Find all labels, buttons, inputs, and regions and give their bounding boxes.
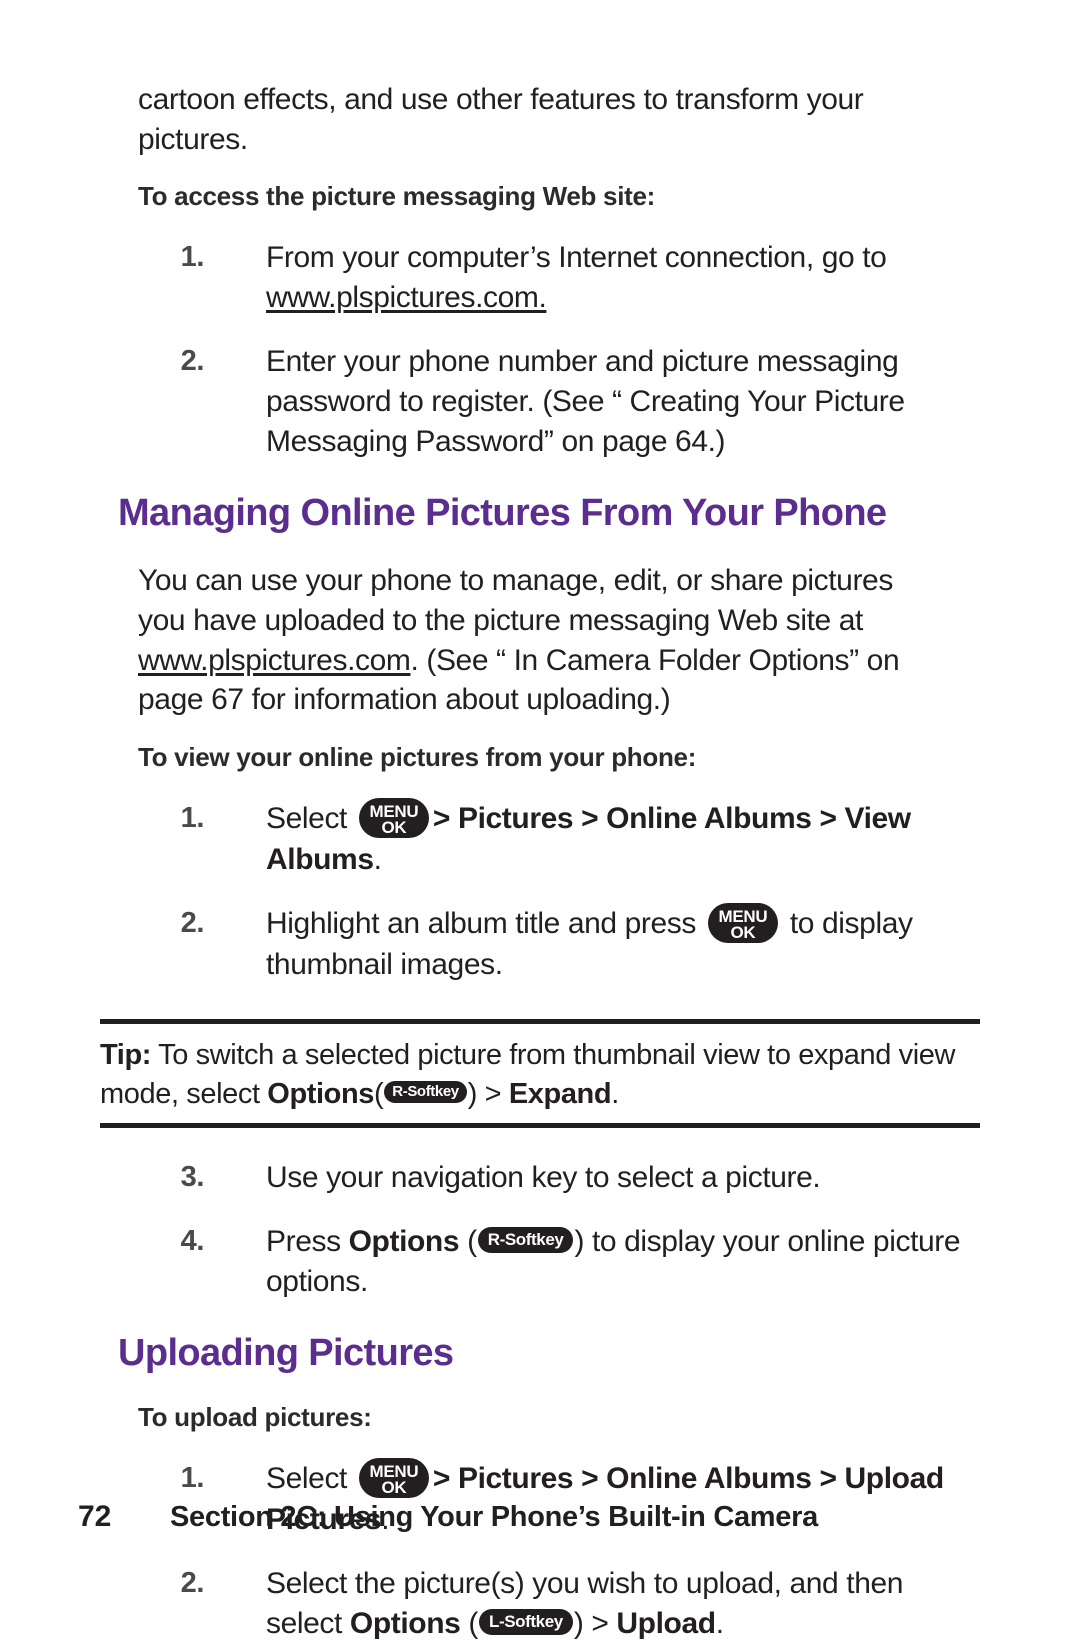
tip-separator: >	[476, 1077, 509, 1110]
step-number: 2.	[180, 906, 205, 939]
r-softkey-icon: R-Softkey	[384, 1080, 467, 1103]
managing-lead-in: To view your online pictures from your p…	[138, 741, 697, 772]
managing-step-list-continued: 3. Use your navigation key to select a p…	[100, 1158, 980, 1302]
menu-ok-key-icon: MENU OK	[707, 902, 778, 943]
step-text: Select the picture(s) you wish to upload…	[266, 1564, 980, 1643]
step-number: 4.	[180, 1225, 205, 1258]
step-text: Select MENU OK > Pictures > Online Albums …	[266, 797, 980, 880]
menu-key-label-bottom: OK	[730, 922, 756, 942]
options-bold: Options	[349, 1606, 461, 1640]
tip-label: Tip:	[100, 1038, 152, 1071]
tip-options-bold: Options	[267, 1077, 375, 1110]
page-title-uploading-pictures: Uploading Pictures	[118, 1332, 454, 1375]
list-item: 4. Press Options (R-Softkey) to display …	[100, 1222, 980, 1302]
paren-close: )	[573, 1606, 584, 1640]
step-number: 3.	[180, 1161, 205, 1194]
intro-lead-in: To access the picture messaging Web site…	[138, 181, 656, 212]
list-item: 3. Use your navigation key to select a p…	[100, 1158, 980, 1198]
paren-close: )	[574, 1225, 585, 1259]
step-text: Press Options (R-Softkey) to display you…	[266, 1222, 980, 1302]
document-page: cartoon effects, and use other features …	[0, 0, 1080, 1640]
uploading-lead-in: To upload pictures:	[138, 1401, 372, 1432]
tip-paren-open: (	[374, 1077, 384, 1110]
uploading-step-list: 1. Select MENU OK > Pictures > Online Albu…	[100, 1457, 980, 1643]
list-item: 2. Select the picture(s) you wish to upl…	[100, 1564, 980, 1643]
r-softkey-icon: R-Softkey	[477, 1227, 574, 1254]
menu-key-label-bottom: OK	[381, 817, 407, 837]
paren-open: (	[460, 1606, 478, 1640]
list-item: 2. Enter your phone number and picture m…	[100, 342, 980, 462]
paragraph-part-1: You can use your phone to manage, edit, …	[138, 564, 893, 637]
page-footer: 72 Section 2C: Using Your Phone’s Built-…	[0, 1500, 1080, 1534]
tip-divider-bottom	[100, 1123, 980, 1129]
page-number: 72	[78, 1500, 112, 1533]
period: .	[715, 1606, 724, 1640]
list-item: 1. From your computer’s Internet connect…	[100, 238, 980, 318]
step-prefix: Select	[266, 801, 355, 835]
step-number: 1.	[180, 1461, 205, 1494]
footer-section-title: Section 2C: Using Your Phone’s Built-in …	[170, 1501, 818, 1533]
list-item: 1. Select MENU OK > Pictures > Online Albu…	[100, 797, 980, 880]
l-softkey-icon: L-Softkey	[478, 1608, 573, 1635]
managing-step-list: 1. Select MENU OK > Pictures > Online Albu…	[100, 797, 980, 985]
step-text-before: From your computer’s Internet connection…	[266, 241, 887, 275]
menu-ok-key-icon: MENU OK	[358, 1457, 429, 1498]
step-prefix: Highlight an album title and press	[266, 906, 704, 940]
tip-callout-box: Tip: To switch a selected picture from t…	[100, 1018, 980, 1129]
step-text: Highlight an album title and press MENU O…	[266, 902, 980, 985]
tip-expand-bold: Expand	[508, 1077, 612, 1110]
step-text: Use your navigation key to select a pict…	[266, 1161, 821, 1195]
paren-open: (	[459, 1225, 477, 1259]
intro-step-list: 1. From your computer’s Internet connect…	[100, 238, 980, 461]
list-item: 2. Highlight an album title and press ME…	[100, 902, 980, 985]
tip-text: Tip: To switch a selected picture from t…	[100, 1024, 980, 1124]
managing-intro-paragraph: You can use your phone to manage, edit, …	[138, 561, 928, 719]
upload-bold: Upload	[616, 1606, 716, 1640]
page-title-managing-online-pictures: Managing Online Pictures From Your Phone	[118, 491, 887, 534]
step-suffix: .	[373, 842, 382, 876]
tip-paren-close: )	[467, 1077, 478, 1110]
menu-ok-key-icon: MENU OK	[358, 797, 429, 838]
step-number: 2.	[180, 344, 205, 377]
step-prefix: Press	[266, 1225, 349, 1259]
separator: >	[583, 1606, 617, 1640]
options-bold: Options	[348, 1225, 460, 1259]
step-number: 2.	[180, 1566, 205, 1599]
website-link[interactable]: www.plspictures.com.	[266, 281, 547, 314]
step-number: 1.	[180, 241, 205, 274]
step-text: From your computer’s Internet connection…	[266, 238, 980, 318]
menu-key-label-bottom: OK	[381, 1477, 407, 1497]
step-number: 1.	[180, 801, 205, 834]
website-link[interactable]: www.plspictures.com	[138, 644, 411, 677]
tip-period: .	[611, 1077, 619, 1110]
intro-continuation-paragraph: cartoon effects, and use other features …	[138, 83, 864, 156]
step-text: Enter your phone number and picture mess…	[266, 344, 905, 458]
step-prefix: Select	[266, 1461, 355, 1495]
